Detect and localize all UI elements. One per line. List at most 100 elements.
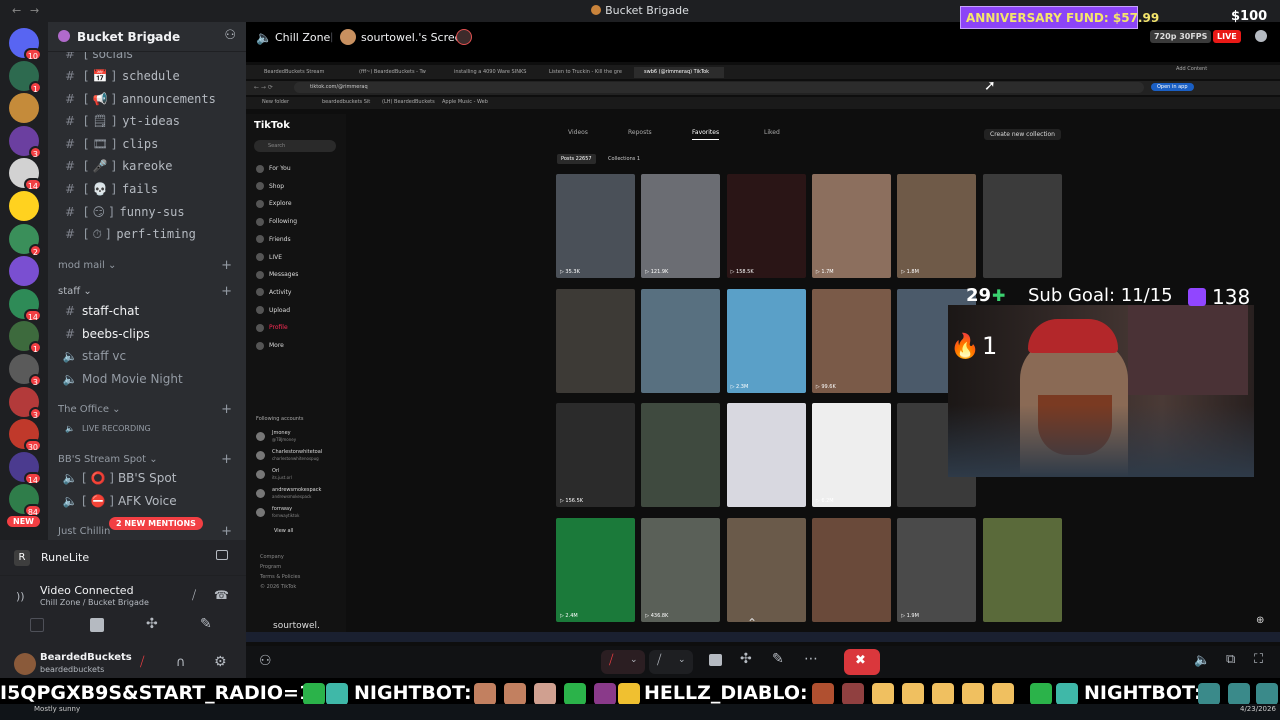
add-channel-icon[interactable]: + — [221, 452, 232, 468]
add-channel-icon[interactable]: + — [221, 402, 232, 418]
video-thumbnail[interactable] — [726, 403, 806, 508]
volume-icon[interactable]: 🔈 — [1194, 653, 1210, 668]
video-thumbnail[interactable]: ▷ 436.8K — [641, 517, 721, 622]
mic-button[interactable]: ⧸ ⌄ — [601, 650, 645, 674]
camera-button[interactable]: ⧸ ⌄ — [649, 650, 693, 674]
nav-live[interactable]: LIVE — [256, 253, 282, 263]
activities-icon[interactable]: ✣ — [146, 616, 158, 632]
channel-perf-timing[interactable]: # [ ⏱ ] perf-timing — [60, 224, 238, 244]
server-icon[interactable] — [9, 191, 39, 221]
channel-clips[interactable]: # [ 🎞 ] clips — [60, 134, 238, 154]
bookmark[interactable]: Apple Music - Web — [442, 99, 488, 105]
url-field[interactable] — [294, 82, 1144, 93]
video-thumbnail[interactable] — [982, 174, 1062, 278]
nav-more[interactable]: More — [256, 341, 284, 351]
server-icon[interactable] — [9, 93, 39, 124]
footer-link[interactable]: Company — [260, 554, 284, 560]
tiktok-logo[interactable]: TikTok — [254, 120, 290, 131]
video-thumbnail[interactable] — [556, 288, 635, 393]
video-thumbnail[interactable]: ▷ 99.6K — [811, 288, 891, 393]
soundboard-icon[interactable]: ✎ — [200, 616, 212, 632]
mute-icon[interactable]: ⧸ — [140, 655, 144, 670]
video-thumbnail[interactable] — [641, 288, 721, 393]
server-icon[interactable]: 3 — [9, 386, 42, 420]
nav-profile[interactable]: Profile — [256, 323, 288, 333]
server-icon[interactable]: 10 — [9, 28, 42, 61]
add-channel-icon[interactable]: + — [221, 524, 232, 540]
channel-afk-voice[interactable]: 🔈 [ ⛔ ] AFK Voice — [60, 491, 238, 511]
profile-tab-reposts[interactable]: Reposts — [628, 129, 652, 136]
channel-bb-s-spot[interactable]: 🔈 [ ⭕ ] BB'S Spot — [60, 468, 238, 488]
share-screen-icon[interactable] — [709, 654, 722, 666]
server-header[interactable]: Bucket Brigade ⌄ ⚇ — [48, 22, 246, 52]
profile-tab-liked[interactable]: Liked — [764, 129, 780, 136]
profile-tab-videos[interactable]: Videos — [568, 129, 588, 136]
server-icon[interactable]: 1 — [9, 321, 42, 355]
footer-link[interactable]: Program — [260, 564, 281, 570]
collections-tab[interactable]: Collections 1 — [608, 156, 640, 162]
channel-fails[interactable]: # [ 💀 ] fails — [60, 179, 238, 199]
disconnect-button[interactable]: ✖ — [844, 649, 880, 675]
screen-share-icon[interactable] — [216, 550, 228, 560]
channel-live-recording[interactable]: 🔈 LIVE RECORDING — [60, 419, 238, 439]
reload-icon[interactable]: ← → ⟳ — [254, 84, 273, 91]
channel-staff-chat[interactable]: # staff-chat — [60, 301, 238, 321]
headphones-icon[interactable]: ∩ — [176, 655, 186, 670]
channel-yt-ideas[interactable]: # [ 🗒 ] yt-ideas — [60, 111, 238, 131]
browser-tab[interactable]: BeardedBuckets Stream — [254, 67, 344, 78]
video-thumbnail[interactable]: ▷ 1.9M — [897, 517, 977, 622]
category-mod-mail[interactable]: mod mail ⌄ + — [58, 258, 238, 274]
nav-for-you[interactable]: For You — [256, 164, 291, 174]
video-thumbnail[interactable]: ▷ 2.4M — [556, 517, 635, 622]
new-mentions-pill[interactable]: 2 NEW MENTIONS — [109, 517, 203, 530]
fullscreen-icon[interactable]: ⛶ — [1254, 652, 1263, 667]
channel-mod-movie-night[interactable]: 🔈 Mod Movie Night — [60, 369, 238, 389]
bookmark[interactable]: New folder — [262, 99, 289, 105]
noise-suppression-icon[interactable]: ⧸ — [192, 588, 196, 603]
video-thumbnail[interactable]: ▷ 35.3K — [556, 174, 635, 278]
add-channel-icon[interactable]: + — [221, 258, 232, 274]
create-collection-button[interactable]: Create new collection — [984, 129, 1061, 140]
bookmark[interactable]: beardedbuckets Sit — [322, 99, 370, 105]
add-person-icon[interactable]: ⚇ — [259, 653, 272, 669]
category-staff[interactable]: staff ⌄ + — [58, 284, 238, 300]
server-icon[interactable]: 84 — [9, 484, 42, 518]
video-thumbnail[interactable]: ▷ 2.3M — [726, 288, 806, 393]
chevron-down-icon[interactable]: ⌄ — [630, 655, 638, 665]
add-member-icon[interactable]: ⚇ — [224, 28, 236, 43]
server-icon[interactable]: 14 — [9, 451, 42, 485]
footer-link[interactable]: © 2026 TikTok — [260, 584, 296, 590]
avatar[interactable] — [14, 653, 36, 675]
channel-announcements[interactable]: # [ 📢 ] announcements — [60, 89, 238, 109]
channel-kareoke[interactable]: # [ 🎤 ] kareoke — [60, 156, 238, 176]
voice-location[interactable]: Chill Zone / Bucket Brigade — [40, 598, 149, 607]
channel-schedule[interactable]: # [ 📅 ] schedule — [60, 66, 238, 86]
video-thumbnail[interactable] — [982, 517, 1062, 622]
category-bbs-stream-spot[interactable]: BB'S Stream Spot ⌄ + — [58, 452, 238, 468]
activities-icon[interactable]: ✣ — [740, 651, 752, 667]
channel-funny-sus[interactable]: # [ 😏 ] funny-sus — [60, 202, 238, 222]
browser-tab[interactable]: swb6 (@rimmeraq) TikTok — [634, 67, 724, 78]
posts-tab[interactable]: Posts 22657 — [557, 154, 596, 164]
category-the-office[interactable]: The Office ⌄ + — [58, 402, 238, 418]
video-thumbnail[interactable]: ▷ 1.7M — [811, 174, 891, 278]
video-thumbnail[interactable] — [726, 517, 806, 622]
view-all-link[interactable]: View all — [274, 528, 293, 534]
more-icon[interactable]: ⋯ — [804, 651, 818, 667]
add-channel-icon[interactable]: + — [221, 284, 232, 300]
chevron-up-icon[interactable]: ⌃ — [747, 616, 757, 630]
search-input[interactable] — [254, 140, 336, 152]
footer-link[interactable]: Terms & Policies — [260, 574, 300, 580]
bookmark[interactable]: (LH) BeardedBuckets — [382, 99, 435, 105]
browser-tab[interactable]: installing a 4090 Ware SINKS — [444, 67, 534, 78]
server-icon[interactable]: 1 — [9, 60, 42, 94]
server-icon[interactable] — [9, 256, 39, 287]
popout-icon[interactable]: ⧉ — [1226, 652, 1235, 667]
nav-upload[interactable]: Upload — [256, 306, 290, 316]
soundboard-icon[interactable]: ✎ — [772, 651, 784, 667]
nav-explore[interactable]: Explore — [256, 199, 292, 209]
share-screen-icon[interactable] — [90, 618, 104, 632]
nav-messages[interactable]: Messages — [256, 270, 298, 280]
video-thumbnail[interactable]: ▷ 6.2M — [811, 403, 891, 508]
settings-gear-icon[interactable]: ⚙ — [214, 654, 227, 670]
